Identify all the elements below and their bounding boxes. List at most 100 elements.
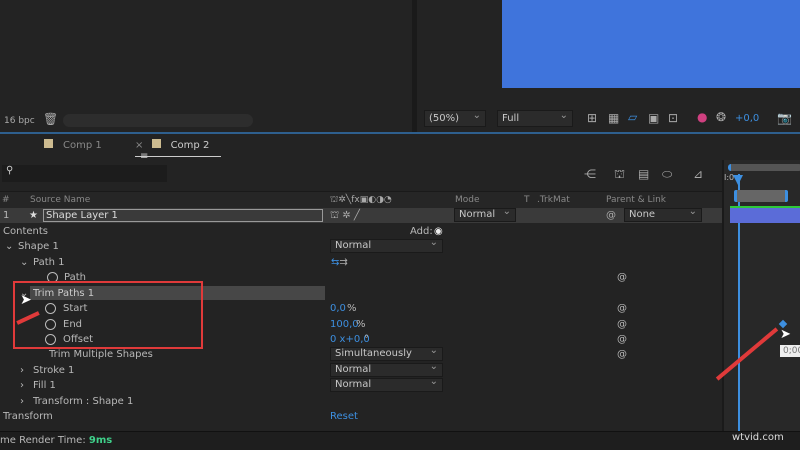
mouse-cursor-icon: ➤ — [20, 292, 32, 308]
tree-contents[interactable]: Contents Add: ◉ — [0, 224, 722, 239]
star-icon: ★ — [29, 210, 38, 221]
tree-transform-shape[interactable]: › Transform : Shape 1 — [0, 394, 722, 409]
work-area-bar[interactable] — [728, 164, 800, 171]
timeline-panel[interactable]: I:0 ➤ 0;00 wtvid.com — [715, 160, 800, 443]
label: Contents — [3, 226, 48, 237]
exposure-icon[interactable]: ❂ — [716, 110, 726, 124]
parent-dropdown[interactable]: None — [624, 206, 702, 222]
resolution-dropdown[interactable]: Full — [497, 108, 573, 127]
frame-blending-icon[interactable]: ▤ — [638, 167, 649, 181]
close-icon[interactable]: × — [135, 140, 143, 151]
time-tooltip: 0;00 — [780, 345, 800, 357]
layer-index: 1 — [3, 210, 10, 221]
label: Shape 1 — [18, 241, 59, 252]
project-scrollbar[interactable] — [63, 114, 253, 127]
layer-switches[interactable]: ⛫ ✲ ╱ — [330, 208, 360, 223]
search-icon: ⚲ — [6, 165, 14, 176]
col-trkmat[interactable]: .TrkMat — [537, 192, 570, 209]
tree-fill-1[interactable]: › Fill 1 Normal — [0, 376, 722, 393]
mask-path-icon[interactable]: ▱ — [628, 110, 637, 124]
render-time-label: me Render Time: — [0, 435, 86, 446]
render-time-value: 9ms — [88, 435, 113, 446]
tree-trim-multiple[interactable]: Trim Multiple Shapes Simultaneously @ — [0, 345, 722, 362]
tab-comp-1[interactable]: Comp 1 — [44, 139, 102, 153]
trash-icon[interactable]: 🗑 — [43, 112, 58, 126]
tab-label: Comp 2 — [170, 140, 210, 151]
bpc-label[interactable]: 16 bpc — [4, 116, 35, 126]
pickwhip-icon[interactable]: @ — [617, 270, 627, 285]
layer-mode-dropdown[interactable]: Normal — [454, 206, 516, 222]
fill-mode-dropdown[interactable]: Normal — [330, 376, 443, 392]
panel-divider — [412, 0, 417, 132]
channel-icon[interactable]: ● — [697, 110, 707, 124]
blend-mode-dropdown[interactable]: Normal — [330, 237, 443, 253]
label: Transform — [3, 411, 53, 422]
comp-icon — [151, 139, 161, 148]
path-direction-icons[interactable]: ⇆⇉ — [331, 255, 348, 270]
end-value[interactable]: 100,0 — [330, 317, 359, 332]
switches-icons: ⛫✲╲fx▣◐◑◔ — [330, 195, 392, 205]
label: Stroke 1 — [33, 365, 75, 376]
composition-canvas — [502, 0, 800, 88]
pickwhip-icon[interactable]: @ — [617, 347, 627, 362]
camera-icon[interactable]: 📷 — [777, 111, 792, 125]
reset-link[interactable]: Reset — [330, 409, 358, 424]
highlight-box — [13, 281, 203, 349]
shy-layers-icon[interactable]: ⛫ — [614, 167, 625, 183]
column-header: # Source Name ⛫✲╲fx▣◐◑◔ Mode T .TrkMat P… — [0, 191, 722, 208]
chevron-right-icon[interactable]: › — [20, 394, 24, 409]
footer-bar: me Render Time: 9ms — [0, 431, 800, 450]
exposure-value[interactable]: +0,0 — [735, 113, 759, 124]
panel-border — [0, 132, 800, 134]
col-num: # — [2, 195, 10, 205]
snapshot-region-icon[interactable]: ⊞ — [587, 111, 597, 125]
col-t: T — [524, 195, 530, 205]
start-value[interactable]: 0,0 — [330, 301, 346, 316]
label: Path 1 — [33, 257, 65, 268]
layer-row[interactable]: 1 ★ Shape Layer 1 ⛫ ✲ ╱ Normal @ None — [0, 206, 722, 223]
label: Transform : Shape 1 — [33, 396, 134, 407]
chevron-down-icon[interactable]: ⌄ — [5, 239, 13, 254]
graph-editor-icon[interactable]: ⊿ — [693, 167, 703, 181]
col-parent[interactable]: Parent & Link — [606, 192, 666, 209]
motion-blur-icon[interactable]: ⬭ — [662, 167, 672, 182]
trim-multiple-dropdown[interactable]: Simultaneously — [330, 345, 443, 361]
stroke-mode-dropdown[interactable]: Normal — [330, 361, 443, 377]
flowchart-icon[interactable]: ⋲ — [584, 167, 596, 181]
watermark: wtvid.com — [732, 432, 784, 443]
tree-transform[interactable]: Transform Reset — [0, 409, 722, 424]
chevron-right-icon[interactable]: › — [20, 378, 24, 393]
tree-shape-1[interactable]: ⌄ Shape 1 Normal — [0, 237, 722, 254]
playhead-icon[interactable] — [733, 175, 743, 185]
pickwhip-icon[interactable]: @ — [617, 301, 627, 316]
guides-icon[interactable]: ⊡ — [668, 111, 678, 125]
menu-icon[interactable]: ≡ — [140, 151, 148, 162]
tree-stroke-1[interactable]: › Stroke 1 Normal — [0, 361, 722, 378]
transparency-grid-icon[interactable]: ▦ — [608, 111, 619, 125]
col-mode[interactable]: Mode — [455, 192, 480, 209]
tab-comp-2[interactable]: × Comp 2 ≡ — [135, 139, 221, 162]
pickwhip-icon[interactable]: @ — [617, 317, 627, 332]
tree-path-1[interactable]: ⌄ Path 1 ⇆⇉ — [0, 255, 722, 270]
red-arrow-icon — [715, 327, 779, 381]
layer-bar[interactable] — [730, 206, 800, 223]
label: Fill 1 — [33, 380, 56, 391]
project-panel — [0, 0, 412, 110]
layer-duration-bar[interactable] — [734, 190, 788, 202]
pickwhip-icon[interactable]: @ — [617, 332, 627, 347]
safe-area-icon[interactable]: ▣ — [648, 111, 659, 125]
comp-icon — [44, 139, 53, 148]
search-input[interactable]: ⚲ — [2, 165, 167, 182]
label: Trim Multiple Shapes — [49, 349, 153, 360]
pickwhip-icon[interactable]: @ — [606, 208, 616, 223]
zoom-dropdown[interactable]: (50%) — [424, 108, 486, 127]
layer-name[interactable]: Shape Layer 1 — [43, 209, 323, 222]
mouse-cursor-icon: ➤ — [780, 327, 791, 342]
unit: ° — [364, 334, 369, 345]
chevron-down-icon[interactable]: ⌄ — [20, 255, 28, 270]
unit: % — [347, 303, 357, 314]
tab-label: Comp 1 — [63, 140, 102, 151]
col-source-name[interactable]: Source Name — [30, 192, 90, 209]
time-ruler-label: I:0 — [724, 173, 735, 182]
chevron-right-icon[interactable]: › — [20, 363, 24, 378]
